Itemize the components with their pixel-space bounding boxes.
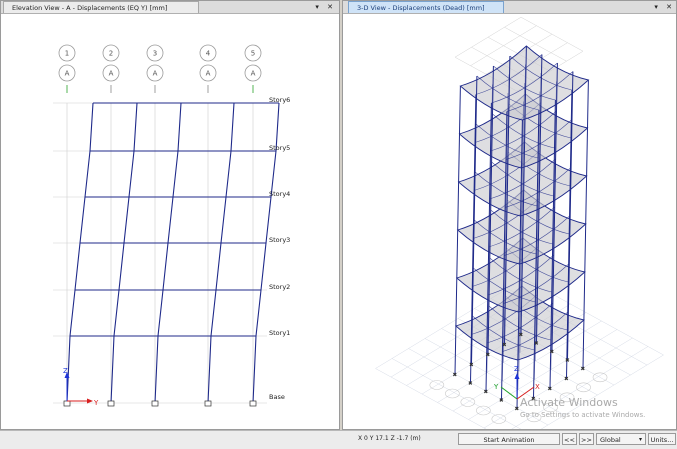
status-bar: X 0 Y 17.1 Z -1.7 (m) Start Animation <<… [0,430,677,449]
3d-canvas[interactable]: ✖✖✖✖✖✖✖✖✖✖✖✖✖✖✖✖ Z Y X [343,13,677,430]
axis-z-label: Z [514,365,519,373]
svg-text:✖: ✖ [515,407,520,413]
start-animation-button[interactable]: Start Animation [458,433,560,445]
elevation-canvas[interactable]: 1 A 2 A 3 A 4 A 5 A Story6 Story5 Story4… [1,13,340,430]
elevation-view-pane[interactable]: Elevation View - A - Displacements (EQ Y… [0,0,340,430]
grid-letter: A [65,70,70,78]
elevation-view-controls: ▾ ✕ [309,1,333,13]
grid-bubble-1: 1 A [58,44,76,93]
grid-number: 2 [109,50,113,58]
coordinate-system-select[interactable]: Global ▾ [596,433,646,445]
svg-text:✖: ✖ [565,358,570,364]
coordinate-system-value: Global [600,436,621,444]
next-button[interactable]: >> [579,433,594,445]
axis-y-label: Y [493,383,499,391]
grid-bubble-5: 5 A [244,44,262,93]
grid-number: 1 [65,50,69,58]
story-label-6: Story6 [269,96,290,104]
grid-letter: A [153,70,158,78]
axis-triad-icon: Z Y X [493,365,540,400]
3d-frame-model: ✖✖✖✖✖✖✖✖✖✖✖✖✖✖✖✖ [453,45,590,413]
svg-text:✖: ✖ [581,367,586,373]
grid-letter: A [206,70,211,78]
coordinate-readout: X 0 Y 17.1 Z -1.7 (m) [358,435,421,442]
story-label-5: Story5 [269,144,290,152]
axis-x-label: X [535,383,540,391]
story-label-base: Base [269,393,285,401]
grid-bubble-2: 2 A [102,44,120,93]
watermark-line1: Activate Windows [520,396,618,409]
story-label-3: Story3 [269,236,290,244]
svg-text:✖: ✖ [564,377,569,383]
3d-view-pane[interactable]: 3-D View - Displacements (Dead) [mm] ▾ ✕… [342,0,677,430]
deformed-frame [66,102,280,404]
grid-number: 3 [153,50,157,58]
svg-text:✖: ✖ [550,350,555,356]
activate-windows-watermark: Activate Windows Go to Settings to activ… [520,396,645,419]
dropdown-icon[interactable]: ▾ [315,1,319,13]
story-label-2: Story2 [269,283,290,291]
svg-text:✖: ✖ [534,341,539,347]
grid-bubble-3: 3 A [146,44,164,93]
close-icon[interactable]: ✕ [666,1,672,13]
tab-elevation-view[interactable]: Elevation View - A - Displacements (EQ Y… [3,1,199,13]
prev-button[interactable]: << [562,433,577,445]
svg-text:✖: ✖ [484,390,489,396]
chevron-down-icon: ▾ [638,436,642,443]
close-icon[interactable]: ✕ [327,1,333,13]
story-label-4: Story4 [269,190,290,198]
support-icons [63,400,257,407]
grid-number: 4 [206,50,211,58]
axis-y-label: Y [93,399,99,407]
3d-view-controls: ▾ ✕ [648,1,672,13]
svg-text:✖: ✖ [469,363,474,369]
svg-text:✖: ✖ [502,343,507,349]
units-button[interactable]: Units... [648,433,676,445]
axis-z-label: Z [63,367,68,375]
story-label-1: Story1 [269,329,290,337]
svg-text:✖: ✖ [486,353,491,359]
svg-text:✖: ✖ [548,387,553,393]
watermark-line2: Go to Settings to activate Windows. [520,411,646,419]
grid-letter: A [251,70,256,78]
svg-text:✖: ✖ [519,333,524,339]
svg-text:✖: ✖ [453,373,458,379]
svg-text:✖: ✖ [468,381,473,387]
grid-bubble-4: 4 A [199,44,217,93]
grid-number: 5 [251,50,255,58]
undeformed-grid [53,102,267,404]
tab-3d-view[interactable]: 3-D View - Displacements (Dead) [mm] [348,1,504,13]
svg-text:✖: ✖ [499,398,504,404]
grid-letter: A [109,70,114,78]
dropdown-icon[interactable]: ▾ [654,1,658,13]
